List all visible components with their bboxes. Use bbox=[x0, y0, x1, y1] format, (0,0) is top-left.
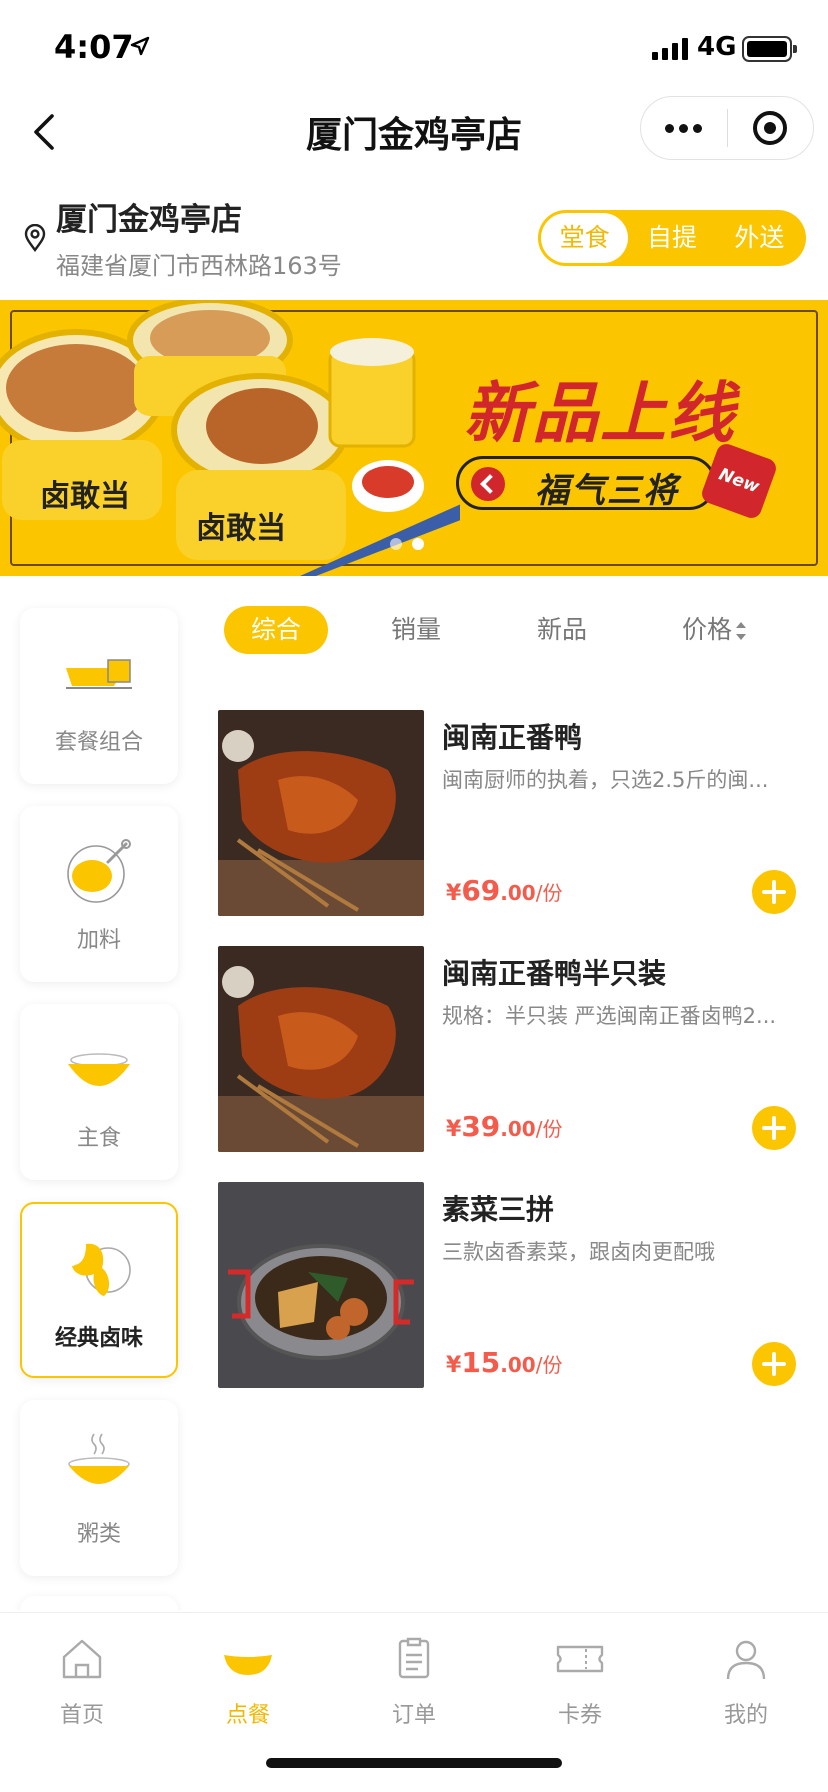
porridge-icon bbox=[68, 1433, 130, 1484]
store-address: 福建省厦门市西林路163号 bbox=[56, 252, 342, 280]
price-integer: 15 bbox=[461, 1346, 501, 1379]
orders-icon bbox=[398, 1637, 430, 1679]
status-time: 4:07 bbox=[54, 28, 134, 66]
product-name: 闽南正番鸭 bbox=[442, 721, 583, 754]
mode-delivery[interactable]: 外送 bbox=[716, 213, 803, 263]
status-bar: 4:07 4G bbox=[0, 0, 828, 100]
product-desc: 三款卤香素菜，跟卤肉更配哦 bbox=[442, 1240, 715, 1264]
category-sidebar: 套餐组合 加料 主食 经典卤味 粥类 bbox=[0, 600, 200, 1610]
product-desc: 规格：半只装 严选闽南正番卤鸭2... bbox=[442, 1004, 777, 1028]
tab-orders[interactable]: 订单 bbox=[354, 1627, 474, 1737]
product-item[interactable]: 素菜三拼 三款卤香素菜，跟卤肉更配哦 ¥15.00/份 bbox=[218, 1182, 810, 1390]
product-price: ¥15.00/份 bbox=[446, 1346, 562, 1379]
half-duck-image bbox=[218, 946, 424, 1152]
mode-pickup[interactable]: 自提 bbox=[628, 213, 715, 263]
price-currency: ¥ bbox=[446, 1117, 462, 1142]
sort-tab-sales[interactable]: 销量 bbox=[366, 606, 466, 654]
price-unit: /份 bbox=[535, 1353, 563, 1377]
more-icon[interactable] bbox=[641, 97, 727, 159]
tab-home[interactable]: 首页 bbox=[22, 1627, 142, 1737]
banner-subtitle-pill: 福气三将 bbox=[456, 456, 716, 511]
category-label: 套餐组合 bbox=[54, 730, 143, 755]
location-arrow-icon bbox=[130, 36, 150, 56]
product-item[interactable]: 闽南正番鸭半只装 规格：半只装 严选闽南正番卤鸭2... ¥39.00/份 bbox=[218, 946, 810, 1154]
sort-tab-price[interactable]: 价格 bbox=[672, 606, 756, 654]
category-more[interactable] bbox=[20, 1596, 178, 1610]
product-item[interactable]: 闽南正番鸭 闽南厨师的执着，只选2.5斤的闽... ¥69.00/份 bbox=[218, 710, 810, 918]
food-bowls-image: 卤敢当 卤敢当 bbox=[0, 300, 460, 576]
product-price: ¥39.00/份 bbox=[446, 1110, 562, 1143]
nav-bar: 厦门金鸡亭店 bbox=[0, 86, 828, 176]
price-unit: /份 bbox=[535, 1117, 563, 1141]
home-indicator bbox=[266, 1758, 562, 1768]
sort-caret-icon bbox=[736, 622, 746, 640]
mode-dine-in[interactable]: 堂食 bbox=[541, 213, 629, 263]
product-price: ¥69.00/份 bbox=[446, 874, 562, 907]
category-set-meal[interactable]: 套餐组合 bbox=[20, 608, 178, 784]
price-decimal: .00 bbox=[500, 1353, 536, 1377]
price-integer: 39 bbox=[461, 1110, 501, 1143]
svg-text:卤敢当: 卤敢当 bbox=[196, 511, 286, 546]
set-meal-icon bbox=[66, 659, 132, 689]
carousel-dots bbox=[390, 538, 424, 550]
banner-headline: 新品上线 bbox=[464, 375, 736, 452]
product-name: 闽南正番鸭半只装 bbox=[442, 957, 667, 990]
category-label: 粥类 bbox=[76, 1522, 121, 1547]
sort-tabs: 综合 销量 新品 价格 bbox=[216, 600, 816, 656]
tab-label: 点餐 bbox=[225, 1703, 270, 1728]
miniprogram-capsule bbox=[640, 96, 814, 160]
tab-label: 订单 bbox=[391, 1703, 436, 1728]
category-classic-braised[interactable]: 经典卤味 bbox=[20, 1202, 178, 1378]
close-miniprogram-icon[interactable] bbox=[728, 97, 814, 159]
carousel-dot-active bbox=[412, 538, 424, 550]
add-to-cart-button[interactable] bbox=[752, 1342, 796, 1386]
dining-mode-switch: 堂食 自提 外送 bbox=[538, 210, 806, 266]
signal-icon bbox=[652, 38, 688, 60]
coupon-icon bbox=[556, 1645, 604, 1673]
tab-label: 我的 bbox=[723, 1703, 768, 1728]
tab-profile[interactable]: 我的 bbox=[686, 1627, 806, 1737]
order-food-icon bbox=[224, 1655, 272, 1675]
tab-label: 卡券 bbox=[557, 1703, 602, 1728]
vegetable-platter-image bbox=[218, 1182, 424, 1388]
category-label: 主食 bbox=[76, 1126, 121, 1151]
tab-coupons[interactable]: 卡券 bbox=[520, 1627, 640, 1737]
price-decimal: .00 bbox=[500, 1117, 536, 1141]
add-to-cart-button[interactable] bbox=[752, 870, 796, 914]
price-decimal: .00 bbox=[500, 881, 536, 905]
price-currency: ¥ bbox=[446, 881, 462, 906]
roast-duck-image bbox=[218, 710, 424, 916]
store-info[interactable]: 厦门金鸡亭店 福建省厦门市西林路163号 堂食 自提 外送 bbox=[0, 186, 828, 296]
product-desc: 闽南厨师的执着，只选2.5斤的闽... bbox=[442, 768, 769, 792]
battery-icon bbox=[742, 36, 797, 62]
category-staple[interactable]: 主食 bbox=[20, 1004, 178, 1180]
category-label: 加料 bbox=[76, 928, 121, 953]
banner-subtitle: 福气三将 bbox=[535, 471, 679, 511]
drumstick-icon bbox=[67, 839, 131, 903]
category-add-on[interactable]: 加料 bbox=[20, 806, 178, 982]
tab-order-food[interactable]: 点餐 bbox=[188, 1627, 308, 1737]
price-currency: ¥ bbox=[446, 1353, 462, 1378]
price-unit: /份 bbox=[535, 881, 563, 905]
sort-tab-new[interactable]: 新品 bbox=[512, 606, 612, 654]
category-porridge[interactable]: 粥类 bbox=[20, 1400, 178, 1576]
store-name: 厦门金鸡亭店 bbox=[56, 202, 242, 238]
home-icon bbox=[62, 1639, 102, 1679]
svg-text:卤敢当: 卤敢当 bbox=[40, 479, 130, 514]
tab-label: 首页 bbox=[59, 1703, 104, 1728]
location-pin-icon bbox=[24, 224, 46, 252]
sort-tab-price-label: 价格 bbox=[681, 615, 732, 644]
promo-banner[interactable]: 卤敢当 卤敢当 新品上线 福气三将 New bbox=[0, 300, 828, 576]
add-to-cart-button[interactable] bbox=[752, 1106, 796, 1150]
price-integer: 69 bbox=[461, 874, 501, 907]
category-label: 经典卤味 bbox=[54, 1326, 143, 1351]
arrow-left-icon bbox=[471, 467, 505, 501]
profile-icon bbox=[726, 1640, 766, 1680]
rice-bowl-icon bbox=[68, 1053, 130, 1086]
product-name: 素菜三拼 bbox=[442, 1193, 555, 1226]
braised-chicken-icon bbox=[72, 1243, 131, 1296]
sort-tab-overall[interactable]: 综合 bbox=[224, 606, 328, 654]
network-type: 4G bbox=[697, 32, 737, 62]
carousel-dot bbox=[390, 538, 402, 550]
